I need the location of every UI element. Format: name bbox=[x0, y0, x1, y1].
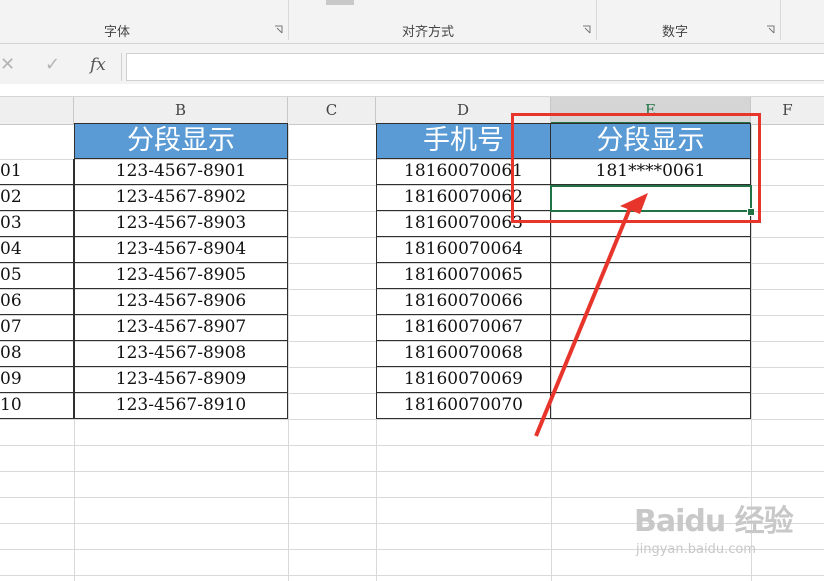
segmented-number-cell[interactable]: 123-4567-8909 bbox=[74, 367, 288, 393]
phone-cell[interactable]: 18160070064 bbox=[376, 237, 551, 263]
cancel-icon[interactable]: ✕ bbox=[0, 54, 15, 75]
segmented-number-cell[interactable]: 123-4567-8904 bbox=[74, 237, 288, 263]
segmented-number-cell[interactable]: 123-4567-8907 bbox=[74, 315, 288, 341]
col-a-cell[interactable]: 05 bbox=[0, 263, 74, 289]
phone-cell[interactable]: 18160070068 bbox=[376, 341, 551, 367]
ribbon-separator bbox=[288, 0, 289, 40]
segmented-number-cell[interactable]: 123-4567-8910 bbox=[74, 393, 288, 419]
grid-line-horizontal bbox=[0, 575, 824, 576]
phone-cell[interactable]: 18160070065 bbox=[376, 263, 551, 289]
phone-cell[interactable]: 18160070067 bbox=[376, 315, 551, 341]
masked-display-cell[interactable] bbox=[550, 263, 751, 289]
col-a-cell[interactable]: 06 bbox=[0, 289, 74, 315]
number-dialog-launcher-icon[interactable] bbox=[766, 25, 776, 35]
insert-function-icon[interactable]: fx bbox=[90, 55, 106, 75]
watermark-url: jingyan.baidu.com bbox=[636, 542, 756, 557]
segmented-number-cell[interactable]: 123-4567-8901 bbox=[74, 159, 288, 185]
annotation-highlight-box bbox=[511, 113, 761, 223]
formula-input[interactable] bbox=[126, 53, 824, 81]
grid-line-horizontal bbox=[0, 419, 824, 420]
masked-display-cell[interactable] bbox=[550, 237, 751, 263]
column-header-f[interactable]: F bbox=[751, 97, 824, 124]
ribbon-control-stub[interactable] bbox=[326, 0, 354, 5]
col-a-cell[interactable]: 04 bbox=[0, 237, 74, 263]
masked-display-cell[interactable] bbox=[550, 341, 751, 367]
left-table-header[interactable]: 分段显示 bbox=[74, 123, 288, 159]
col-a-cell[interactable]: 08 bbox=[0, 341, 74, 367]
column-header-a[interactable] bbox=[0, 97, 74, 124]
watermark: Baidu 经验 jingyan.baidu.com bbox=[634, 484, 814, 574]
col-a-cell[interactable]: 10 bbox=[0, 393, 74, 419]
column-header-b[interactable]: B bbox=[74, 97, 288, 124]
segmented-number-cell[interactable]: 123-4567-8908 bbox=[74, 341, 288, 367]
masked-display-cell[interactable] bbox=[550, 367, 751, 393]
phone-cell[interactable]: 18160070066 bbox=[376, 289, 551, 315]
grid-line-horizontal bbox=[0, 471, 824, 472]
grid-line-vertical bbox=[288, 124, 289, 581]
alignment-dialog-launcher-icon[interactable] bbox=[582, 25, 592, 35]
col-a-cell[interactable]: 01 bbox=[0, 159, 74, 185]
watermark-logo: Baidu 经验 bbox=[634, 504, 794, 539]
ribbon-separator bbox=[596, 0, 597, 40]
segmented-number-cell[interactable]: 123-4567-8902 bbox=[74, 185, 288, 211]
formula-bar: ✕ ✓ fx bbox=[0, 44, 824, 84]
segmented-number-cell[interactable]: 123-4567-8905 bbox=[74, 263, 288, 289]
column-header-c[interactable]: C bbox=[288, 97, 376, 124]
col-a-cell[interactable]: 09 bbox=[0, 367, 74, 393]
ribbon-separator bbox=[780, 0, 781, 40]
masked-display-cell[interactable] bbox=[550, 315, 751, 341]
col-a-cell[interactable]: 07 bbox=[0, 315, 74, 341]
ribbon-group-number-label: 数字 bbox=[662, 25, 689, 40]
ribbon-group-alignment-label: 对齐方式 bbox=[402, 25, 455, 40]
font-dialog-launcher-icon[interactable] bbox=[274, 25, 284, 35]
phone-cell[interactable]: 18160070069 bbox=[376, 367, 551, 393]
segmented-number-cell[interactable]: 123-4567-8903 bbox=[74, 211, 288, 237]
ribbon-group-font-label: 字体 bbox=[104, 25, 131, 40]
grid-line-horizontal bbox=[0, 445, 824, 446]
col-a-cell[interactable]: 03 bbox=[0, 211, 74, 237]
masked-display-cell[interactable] bbox=[550, 289, 751, 315]
col-a-cell[interactable]: 02 bbox=[0, 185, 74, 211]
ribbon: 字体 对齐方式 数字 bbox=[0, 0, 824, 44]
masked-display-cell[interactable] bbox=[550, 393, 751, 419]
segmented-number-cell[interactable]: 123-4567-8906 bbox=[74, 289, 288, 315]
enter-icon[interactable]: ✓ bbox=[45, 54, 60, 75]
phone-cell[interactable]: 18160070070 bbox=[376, 393, 551, 419]
